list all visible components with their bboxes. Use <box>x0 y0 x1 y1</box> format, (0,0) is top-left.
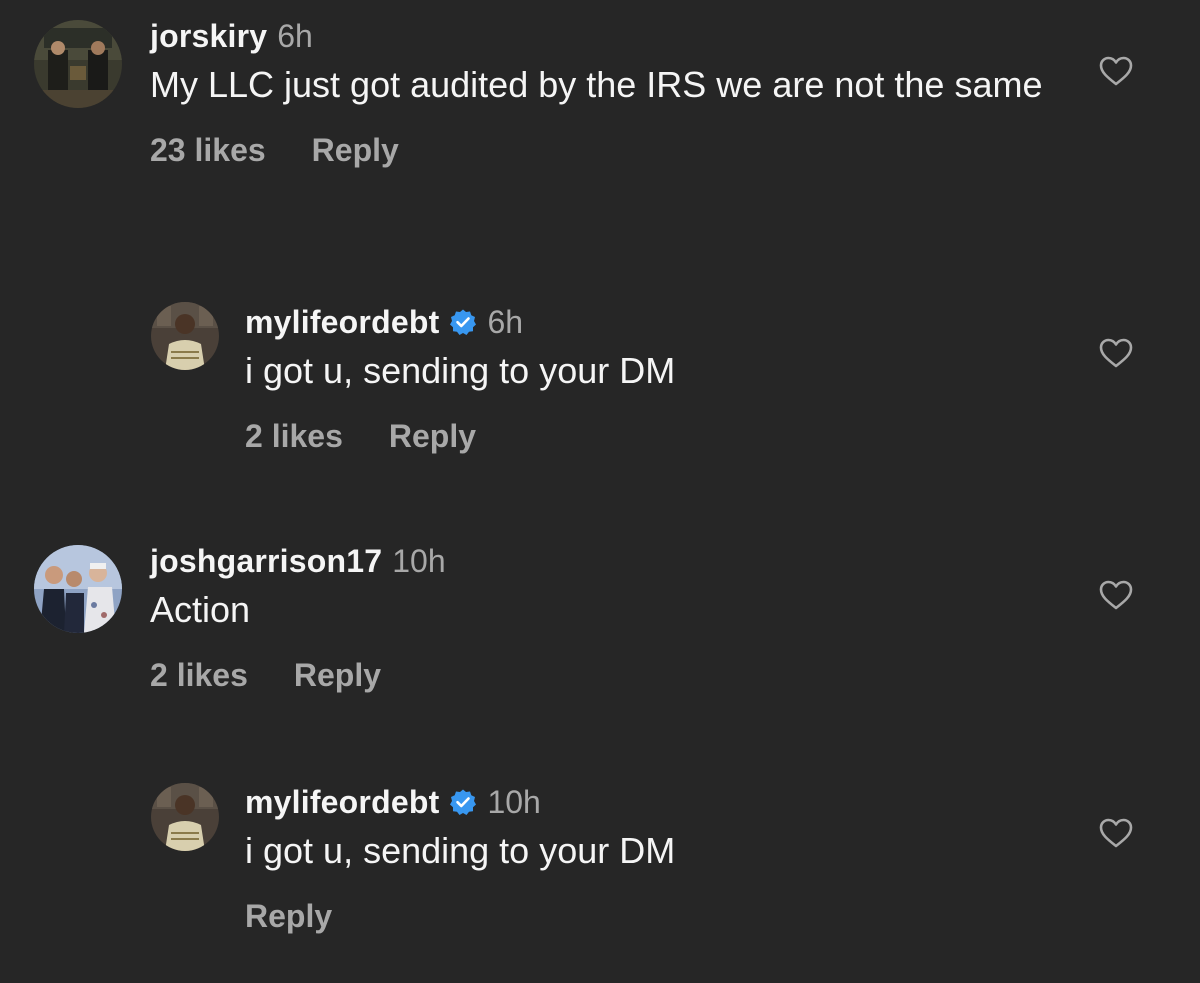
reply-button[interactable]: Reply <box>245 896 332 936</box>
reply-button[interactable]: Reply <box>294 655 381 695</box>
comment-body: mylifeordebt 6h i got u, sending to your… <box>245 302 1060 456</box>
comment-text: i got u, sending to your DM <box>245 830 676 871</box>
reply-button[interactable]: Reply <box>312 130 399 170</box>
likes-count[interactable]: 2 likes <box>245 416 343 456</box>
comment-actions: 2 likes Reply <box>245 416 1060 456</box>
heart-outline-icon[interactable] <box>1098 337 1134 369</box>
likes-count[interactable]: 2 likes <box>150 655 248 695</box>
username[interactable]: mylifeordebt <box>245 782 439 822</box>
avatar[interactable] <box>151 783 219 851</box>
verified-badge-icon <box>449 308 477 336</box>
comment-meta: jorskiry 6h <box>150 16 1060 56</box>
timestamp: 10h <box>392 543 446 579</box>
avatar[interactable] <box>34 20 122 108</box>
avatar-photo-icon <box>34 20 122 108</box>
timestamp: 6h <box>487 304 524 340</box>
reply-button[interactable]: Reply <box>389 416 476 456</box>
comment-actions: 23 likes Reply <box>150 130 1060 170</box>
timestamp: 10h <box>487 784 541 820</box>
comment-body: jorskiry 6h My LLC just got audited by t… <box>150 16 1060 170</box>
avatar-photo-icon <box>151 302 219 370</box>
avatar-photo-icon <box>151 783 219 851</box>
comment-meta: mylifeordebt 10h <box>245 782 1060 822</box>
heart-outline-icon[interactable] <box>1098 579 1134 611</box>
comment-text: Action <box>150 589 251 630</box>
comment-actions: 2 likes Reply <box>150 655 1060 695</box>
username[interactable]: jorskiry <box>150 16 267 56</box>
comment-meta: mylifeordebt 6h <box>245 302 1060 342</box>
comment-actions: Reply <box>245 896 1060 936</box>
comment-text: i got u, sending to your DM <box>245 350 676 391</box>
avatar-photo-icon <box>34 545 122 633</box>
avatar[interactable] <box>151 302 219 370</box>
comment-text: My LLC just got audited by the IRS we ar… <box>150 64 1043 105</box>
verified-badge-icon <box>449 788 477 816</box>
avatar[interactable] <box>34 545 122 633</box>
likes-count[interactable]: 23 likes <box>150 130 266 170</box>
username[interactable]: mylifeordebt <box>245 302 439 342</box>
heart-outline-icon[interactable] <box>1098 55 1134 87</box>
comment-body: mylifeordebt 10h i got u, sending to you… <box>245 782 1060 936</box>
comment-meta: joshgarrison17 10h <box>150 541 1060 581</box>
comment-body: joshgarrison17 10h Action 2 likes Reply <box>150 541 1060 695</box>
heart-outline-icon[interactable] <box>1098 817 1134 849</box>
username[interactable]: joshgarrison17 <box>150 541 382 581</box>
timestamp: 6h <box>277 18 313 54</box>
